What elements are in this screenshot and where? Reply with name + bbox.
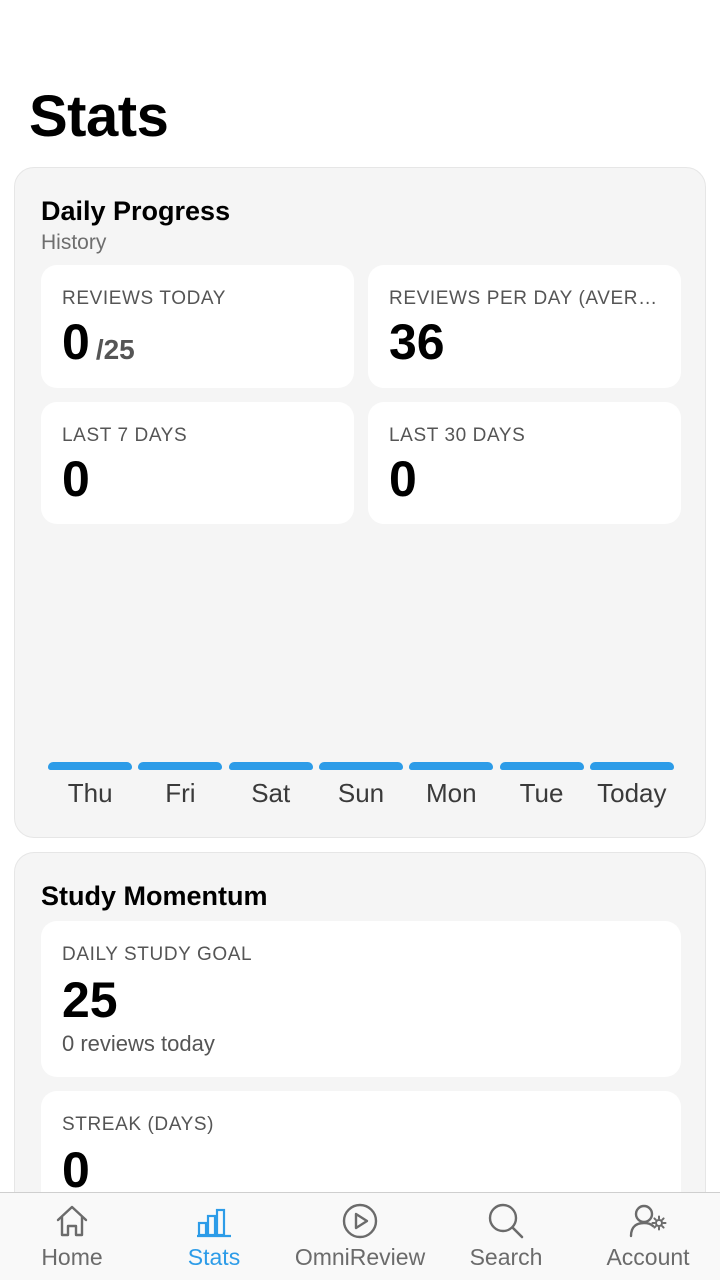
tile-value: 0/25 <box>62 317 135 367</box>
tab-label: Search <box>469 1244 543 1270</box>
last-7-days-tile[interactable]: LAST 7 DAYS 0 <box>41 402 354 524</box>
history-bar-thu <box>48 762 133 770</box>
history-day-label: Mon <box>425 778 477 808</box>
tab-label: OmniReview <box>294 1244 426 1270</box>
history-bar-mon <box>409 762 494 770</box>
tile-label: STREAK (DAYS) <box>62 1115 215 1134</box>
history-bar-sat <box>228 762 313 770</box>
reviews-today-count: 0 <box>62 314 90 370</box>
history-bar-tue <box>499 762 584 770</box>
daily-progress-title: Daily Progress <box>41 196 231 226</box>
page-title: Stats <box>29 84 169 149</box>
tab-stats[interactable]: Stats <box>142 1193 286 1280</box>
stats-icon <box>197 1208 231 1238</box>
history-day-label: Today <box>597 778 667 808</box>
study-momentum-title: Study Momentum <box>41 881 268 911</box>
history-day-label: Thu <box>67 778 113 808</box>
tile-label: LAST 7 DAYS <box>62 426 188 445</box>
tab-home[interactable]: Home <box>0 1193 144 1280</box>
tile-value: 0 <box>62 1142 90 1198</box>
tab-label: Home <box>41 1244 103 1270</box>
history-day-label: Tue <box>519 778 564 808</box>
history-bar-fri <box>138 762 223 770</box>
tile-note: 0 reviews today <box>62 1031 215 1056</box>
history-day-label: Sat <box>251 778 291 808</box>
tab-search[interactable]: Search <box>434 1193 578 1280</box>
home-icon <box>56 1205 88 1237</box>
history-chart-day-labels: Thu Fri Sat Sun Mon Tue Today <box>15 780 707 820</box>
bottom-tab-bar: Home Stats OmniReview Search Account <box>0 1192 720 1280</box>
last-30-days-tile[interactable]: LAST 30 DAYS 0 <box>368 402 681 524</box>
tile-value: 25 <box>62 972 118 1028</box>
tab-omnireview[interactable]: OmniReview <box>288 1193 432 1280</box>
play-circle-icon <box>342 1203 378 1239</box>
history-day-label: Sun <box>337 778 385 808</box>
reviews-per-day-tile[interactable]: REVIEWS PER DAY (AVERAGE) 36 <box>368 265 681 388</box>
tile-label: LAST 30 DAYS <box>389 426 526 445</box>
history-bar-sun <box>319 762 403 770</box>
history-day-label: Fri <box>165 778 196 808</box>
tile-label: DAILY STUDY GOAL <box>62 945 253 964</box>
search-icon <box>488 1203 524 1239</box>
daily-study-goal-tile[interactable]: DAILY STUDY GOAL 25 0 reviews today <box>41 921 681 1077</box>
history-bar-today <box>589 762 674 770</box>
tile-value: 0 <box>62 451 90 507</box>
tab-label: Stats <box>187 1244 241 1270</box>
tab-label: Account <box>606 1244 690 1270</box>
reviews-today-tile[interactable]: REVIEWS TODAY 0/25 <box>41 265 354 388</box>
reviews-today-goal: /25 <box>95 334 135 365</box>
tile-value: 0 <box>389 451 417 507</box>
tab-account[interactable]: Account <box>576 1193 720 1280</box>
account-settings-icon <box>629 1204 667 1238</box>
tile-value: 36 <box>389 314 445 370</box>
daily-progress-card: Daily Progress History REVIEWS TODAY 0/2… <box>14 167 706 838</box>
tile-label: REVIEWS TODAY <box>62 289 227 308</box>
daily-progress-subtitle: History <box>41 231 107 254</box>
history-chart-bars <box>45 762 677 776</box>
tile-label: REVIEWS PER DAY (AVERAGE) <box>389 289 661 308</box>
